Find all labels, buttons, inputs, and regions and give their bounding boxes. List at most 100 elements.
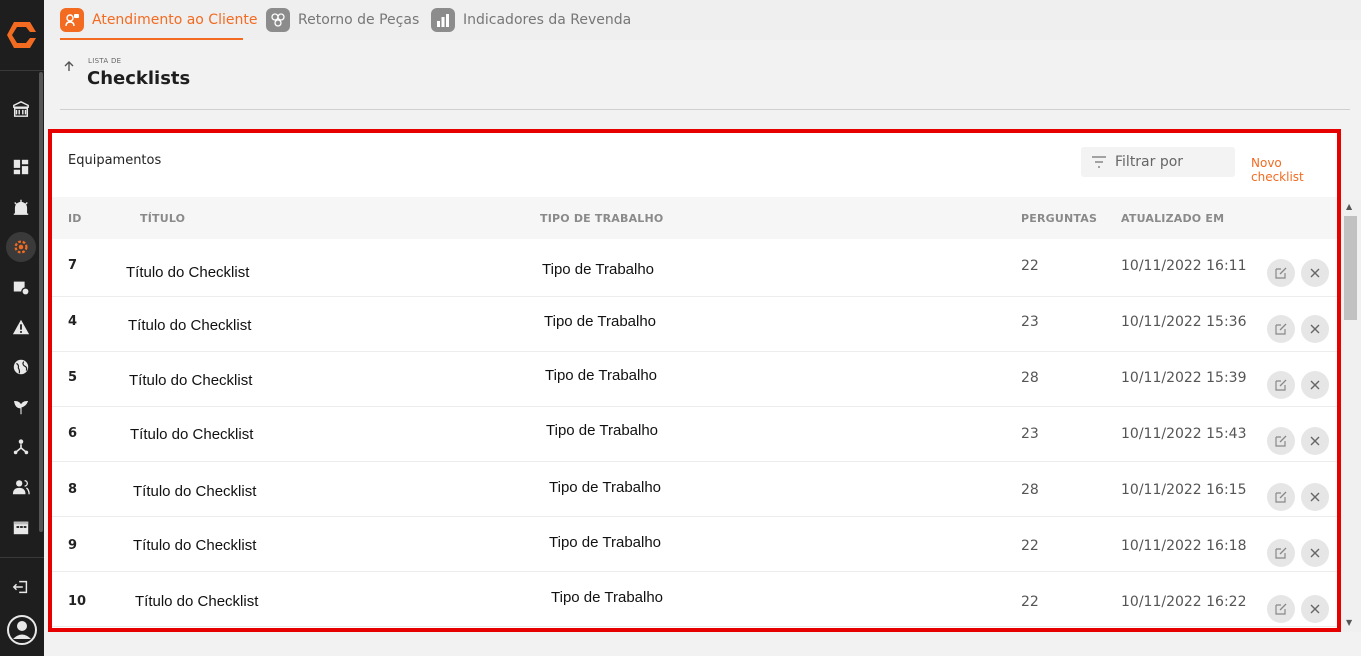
cell-work-type: Tipo de Trabalho: [549, 479, 662, 496]
table-header: ID TÍTULO TIPO DE TRABALHO PERGUNTAS ATU…: [52, 197, 1337, 239]
filter-placeholder: Filtrar por: [1115, 154, 1184, 170]
new-checklist-link[interactable]: Novo checklist: [1251, 156, 1337, 184]
cell-title: Título do Checklist: [128, 317, 252, 334]
cell-title: Título do Checklist: [129, 372, 253, 389]
tab-retorno-pecas[interactable]: Retorno de Peças: [266, 7, 419, 33]
delete-button[interactable]: [1301, 483, 1329, 511]
scroll-up-icon[interactable]: ▲: [1346, 202, 1352, 211]
cell-work-type: Tipo de Trabalho: [549, 534, 662, 551]
cell-questions: 22: [1021, 258, 1039, 274]
cell-id: 5: [68, 370, 78, 385]
sidebar-item-warnings[interactable]: [10, 316, 32, 338]
table-row[interactable]: 5 Título do Checklist Tipo de Trabalho 2…: [52, 352, 1337, 407]
cell-id: 8: [68, 482, 78, 497]
cell-updated: 10/11/2022 15:36: [1121, 314, 1247, 330]
panel-title: Equipamentos: [68, 153, 162, 168]
table-row[interactable]: 4 Título do Checklist Tipo de Trabalho 2…: [52, 297, 1337, 352]
sidebar-item-hierarchy[interactable]: [10, 436, 32, 458]
checklist-panel: Equipamentos Filtrar por Novo checklist …: [48, 129, 1341, 632]
column-header-updated[interactable]: ATUALIZADO EM: [1121, 212, 1224, 225]
tab-label: Indicadores da Revenda: [463, 12, 632, 28]
store-icon: [13, 100, 29, 117]
column-header-work-type[interactable]: TIPO DE TRABALHO: [540, 212, 663, 225]
scroll-down-icon[interactable]: ▼: [1346, 618, 1352, 627]
table-row[interactable]: 7 Título do Checklist Tipo de Trabalho 2…: [52, 242, 1337, 297]
hierarchy-icon: [13, 439, 29, 455]
sidebar-item-calendar[interactable]: [10, 516, 32, 538]
tab-label: Retorno de Peças: [298, 12, 420, 28]
scroll-thumb[interactable]: [1344, 216, 1357, 320]
edit-icon: [1275, 603, 1287, 615]
sidebar-scrollbar[interactable]: [39, 72, 43, 532]
delete-button[interactable]: [1301, 371, 1329, 399]
delete-button[interactable]: [1301, 259, 1329, 287]
column-header-questions[interactable]: PERGUNTAS: [1021, 212, 1097, 225]
edit-icon: [1275, 267, 1287, 279]
tab-indicadores[interactable]: Indicadores da Revenda: [431, 7, 631, 33]
gear-icon: [14, 240, 28, 254]
edit-button[interactable]: [1267, 315, 1295, 343]
table-row[interactable]: 9 Título do Checklist Tipo de Trabalho 2…: [52, 517, 1337, 572]
edit-icon: [1275, 435, 1287, 447]
brand-logo-icon[interactable]: [4, 14, 40, 56]
delete-button[interactable]: [1301, 427, 1329, 455]
close-icon: [1310, 380, 1320, 390]
table-row[interactable]: 8 Título do Checklist Tipo de Trabalho 2…: [52, 462, 1337, 517]
sidebar-divider: [0, 557, 44, 558]
page-title: Checklists: [87, 68, 191, 89]
table-row[interactable]: 10 Título do Checklist Tipo de Trabalho …: [52, 572, 1337, 627]
sidebar-item-store[interactable]: [10, 98, 32, 120]
sidebar: [0, 0, 44, 656]
tab-label: Atendimento ao Cliente: [92, 12, 258, 28]
avatar-icon: [7, 615, 37, 645]
cell-updated: 10/11/2022 16:15: [1121, 482, 1247, 498]
edit-button[interactable]: [1267, 259, 1295, 287]
close-icon: [1310, 548, 1320, 558]
header-divider: [60, 109, 1350, 110]
cell-updated: 10/11/2022 16:22: [1121, 594, 1247, 610]
users-icon: [12, 480, 30, 495]
edit-button[interactable]: [1267, 595, 1295, 623]
sidebar-item-service-settings[interactable]: [6, 232, 36, 262]
close-icon: [1310, 492, 1320, 502]
cell-id: 6: [68, 426, 78, 441]
cell-questions: 22: [1021, 538, 1039, 554]
alarm-icon: [13, 199, 29, 215]
sidebar-item-logout[interactable]: [10, 576, 32, 598]
parts-return-icon: [266, 8, 290, 32]
close-icon: [1310, 436, 1320, 446]
sidebar-item-schedule[interactable]: [10, 276, 32, 298]
cell-id: 9: [68, 538, 78, 553]
close-icon: [1310, 324, 1320, 334]
close-icon: [1310, 268, 1320, 278]
cell-updated: 10/11/2022 16:18: [1121, 538, 1247, 554]
delete-button[interactable]: [1301, 315, 1329, 343]
filter-input[interactable]: Filtrar por: [1081, 147, 1235, 177]
sidebar-item-profile[interactable]: [6, 614, 38, 646]
edit-button[interactable]: [1267, 371, 1295, 399]
filter-icon: [1092, 156, 1106, 168]
delete-button[interactable]: [1301, 539, 1329, 567]
edit-icon: [1275, 323, 1287, 335]
sidebar-item-globe[interactable]: [10, 356, 32, 378]
back-arrow-icon[interactable]: [63, 60, 75, 76]
cell-title: Título do Checklist: [133, 537, 257, 554]
tab-atendimento[interactable]: Atendimento ao Cliente: [60, 7, 257, 33]
column-header-title[interactable]: TÍTULO: [140, 212, 185, 225]
sidebar-item-users[interactable]: [10, 476, 32, 498]
edit-button[interactable]: [1267, 427, 1295, 455]
cell-questions: 23: [1021, 426, 1039, 442]
edit-button[interactable]: [1267, 483, 1295, 511]
dashboard-icon: [13, 159, 29, 175]
table-scrollbar[interactable]: ▲ ▼: [1341, 200, 1361, 632]
table-row[interactable]: 6 Título do Checklist Tipo de Trabalho 2…: [52, 407, 1337, 462]
cell-questions: 23: [1021, 314, 1039, 330]
column-header-id[interactable]: ID: [68, 212, 82, 225]
sidebar-item-alarm[interactable]: [10, 196, 32, 218]
sidebar-item-dashboard[interactable]: [10, 156, 32, 178]
cell-work-type: Tipo de Trabalho: [544, 313, 657, 330]
delete-button[interactable]: [1301, 595, 1329, 623]
sidebar-item-plant[interactable]: [10, 396, 32, 418]
cell-title: Título do Checklist: [133, 483, 257, 500]
edit-button[interactable]: [1267, 539, 1295, 567]
